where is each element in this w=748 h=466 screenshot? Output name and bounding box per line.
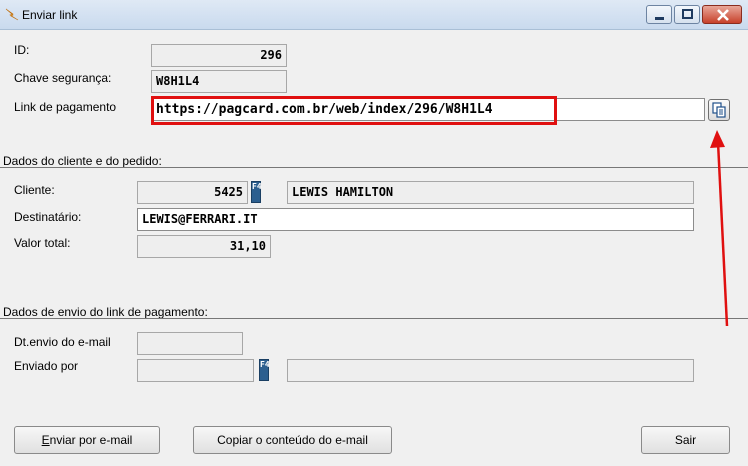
link-label: Link de pagamento: [14, 100, 117, 114]
dt-envio-field[interactable]: [137, 332, 243, 355]
enviar-email-button[interactable]: Enviar por e-mail: [14, 426, 160, 454]
chave-label: Chave segurança:: [14, 71, 112, 85]
cliente-name-field[interactable]: LEWIS HAMILTON: [287, 181, 694, 204]
f4-label: F4: [252, 182, 262, 191]
cliente-code-field[interactable]: 5425: [137, 181, 248, 204]
envio-section-title: Dados de envio do link de pagamento:: [3, 305, 208, 319]
section-divider: [0, 318, 748, 319]
valor-label: Valor total:: [14, 236, 71, 250]
f4-label: F4: [260, 360, 270, 369]
close-button[interactable]: [702, 5, 742, 24]
window-title: Enviar link: [22, 8, 78, 22]
copy-link-button[interactable]: [708, 99, 730, 121]
close-icon: [717, 9, 729, 21]
cliente-section-title: Dados do cliente e do pedido:: [3, 154, 162, 168]
maximize-icon: [682, 9, 693, 19]
enviado-por-code-field[interactable]: [137, 359, 254, 382]
window-titlebar: Enviar link: [0, 0, 748, 30]
enviar-label: nviar por e-mail: [49, 433, 133, 447]
link-highlight-box: [151, 96, 557, 125]
f4-lookup-enviado-button[interactable]: F4: [259, 359, 270, 381]
maximize-button[interactable]: [674, 5, 700, 24]
app-lightning-icon: [5, 8, 19, 21]
chave-field[interactable]: W8H1L4: [151, 70, 287, 93]
annotation-arrow-icon: [710, 130, 729, 327]
destinatario-field[interactable]: LEWIS@FERRARI.IT: [137, 208, 694, 231]
enviar-mnemonic: E: [41, 433, 50, 447]
minimize-icon: [655, 17, 664, 20]
f4-lookup-cliente-button[interactable]: F4: [251, 181, 262, 203]
copy-icon: [712, 102, 726, 118]
minimize-button[interactable]: [646, 5, 672, 24]
valor-field[interactable]: 31,10: [137, 235, 271, 258]
id-label: ID:: [14, 43, 30, 57]
destinatario-label: Destinatário:: [14, 210, 82, 224]
copiar-conteudo-button[interactable]: Copiar o conteúdo do e-mail: [193, 426, 392, 454]
enviado-por-label: Enviado por: [14, 359, 79, 373]
sair-button[interactable]: Sair: [641, 426, 730, 454]
section-divider: [0, 167, 748, 168]
cliente-label: Cliente:: [14, 183, 55, 197]
id-field[interactable]: 296: [151, 44, 287, 67]
enviado-por-name-field[interactable]: [287, 359, 694, 382]
dt-envio-label: Dt.envio do e-mail: [14, 335, 111, 349]
